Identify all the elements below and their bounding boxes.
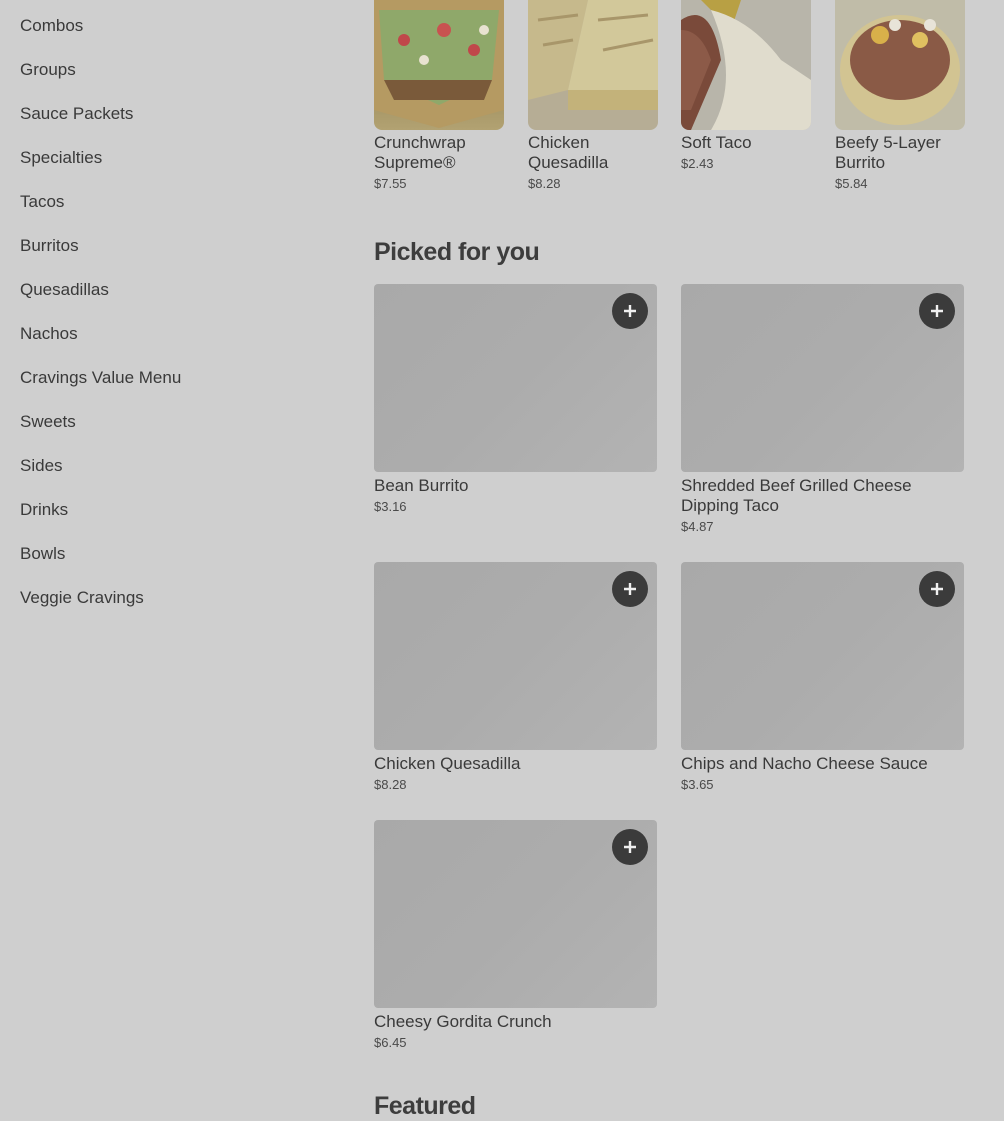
- plus-icon: [931, 583, 943, 595]
- plus-icon: [624, 305, 636, 317]
- menu-item-image-placeholder: [681, 562, 964, 750]
- menu-item-card[interactable]: Shredded Beef Grilled Cheese Dipping Tac…: [681, 284, 964, 534]
- top-item-card[interactable]: Beefy 5-Layer Burrito $5.84: [835, 0, 965, 191]
- top-item-card[interactable]: Crunchwrap Supreme® $7.55: [374, 0, 504, 191]
- add-to-cart-button[interactable]: [612, 571, 648, 607]
- menu-item-card[interactable]: Chips and Nacho Cheese Sauce $3.65: [681, 562, 964, 792]
- sidebar-item-specialties[interactable]: Specialties: [20, 148, 102, 168]
- sidebar-item-veggie-cravings[interactable]: Veggie Cravings: [20, 588, 144, 608]
- menu-item-image-placeholder: [681, 284, 964, 472]
- top-item-name: Crunchwrap Supreme®: [374, 133, 466, 172]
- menu-item-price: $8.28: [374, 777, 407, 792]
- top-item-price: $7.55: [374, 176, 407, 191]
- plus-icon: [931, 305, 943, 317]
- add-to-cart-button[interactable]: [612, 293, 648, 329]
- menu-item-image-placeholder: [374, 284, 657, 472]
- sidebar-item-sweets[interactable]: Sweets: [20, 412, 76, 432]
- sidebar-item-nachos[interactable]: Nachos: [20, 324, 78, 344]
- add-to-cart-button[interactable]: [612, 829, 648, 865]
- sidebar-item-groups[interactable]: Groups: [20, 60, 76, 80]
- soft-taco-image: [681, 0, 811, 130]
- menu-item-card[interactable]: Cheesy Gordita Crunch $6.45: [374, 820, 657, 1050]
- menu-item-price: $3.16: [374, 499, 407, 514]
- menu-item-card[interactable]: Chicken Quesadilla $8.28: [374, 562, 657, 792]
- top-item-name: Soft Taco: [681, 133, 752, 152]
- menu-item-image-placeholder: [374, 562, 657, 750]
- add-to-cart-button[interactable]: [919, 571, 955, 607]
- top-item-price: $8.28: [528, 176, 561, 191]
- top-item-price: $2.43: [681, 156, 714, 171]
- menu-item-name: Chips and Nacho Cheese Sauce: [681, 754, 928, 773]
- top-item-card[interactable]: Chicken Quesadilla $8.28: [528, 0, 658, 191]
- top-item-card[interactable]: Soft Taco $2.43: [681, 0, 811, 171]
- menu-item-name: Cheesy Gordita Crunch: [374, 1012, 552, 1031]
- sidebar-item-cravings-value-menu[interactable]: Cravings Value Menu: [20, 368, 181, 388]
- menu-item-card[interactable]: Bean Burrito $3.16: [374, 284, 657, 514]
- sidebar-item-tacos[interactable]: Tacos: [20, 192, 64, 212]
- plus-icon: [624, 583, 636, 595]
- sidebar-item-combos[interactable]: Combos: [20, 16, 83, 36]
- menu-item-image-placeholder: [374, 820, 657, 1008]
- quesadilla-image: [528, 0, 658, 130]
- plus-icon: [624, 841, 636, 853]
- menu-item-price: $4.87: [681, 519, 714, 534]
- menu-item-name: Bean Burrito: [374, 476, 469, 495]
- top-item-price: $5.84: [835, 176, 868, 191]
- sidebar-item-sides[interactable]: Sides: [20, 456, 63, 476]
- sidebar-item-quesadillas[interactable]: Quesadillas: [20, 280, 109, 300]
- sidebar-item-drinks[interactable]: Drinks: [20, 500, 68, 520]
- menu-item-name: Chicken Quesadilla: [374, 754, 521, 773]
- top-item-name: Beefy 5-Layer Burrito: [835, 133, 941, 172]
- menu-item-price: $6.45: [374, 1035, 407, 1050]
- section-title-featured: Featured: [374, 1092, 476, 1120]
- menu-item-name: Shredded Beef Grilled Cheese Dipping Tac…: [681, 476, 912, 515]
- sidebar-item-bowls[interactable]: Bowls: [20, 544, 65, 564]
- sidebar-item-sauce-packets[interactable]: Sauce Packets: [20, 104, 133, 124]
- add-to-cart-button[interactable]: [919, 293, 955, 329]
- top-item-name: Chicken Quesadilla: [528, 133, 609, 172]
- section-title-picked: Picked for you: [374, 238, 540, 266]
- crunchwrap-image: [374, 0, 504, 130]
- menu-item-price: $3.65: [681, 777, 714, 792]
- beefy-burrito-image: [835, 0, 965, 130]
- sidebar-item-burritos[interactable]: Burritos: [20, 236, 79, 256]
